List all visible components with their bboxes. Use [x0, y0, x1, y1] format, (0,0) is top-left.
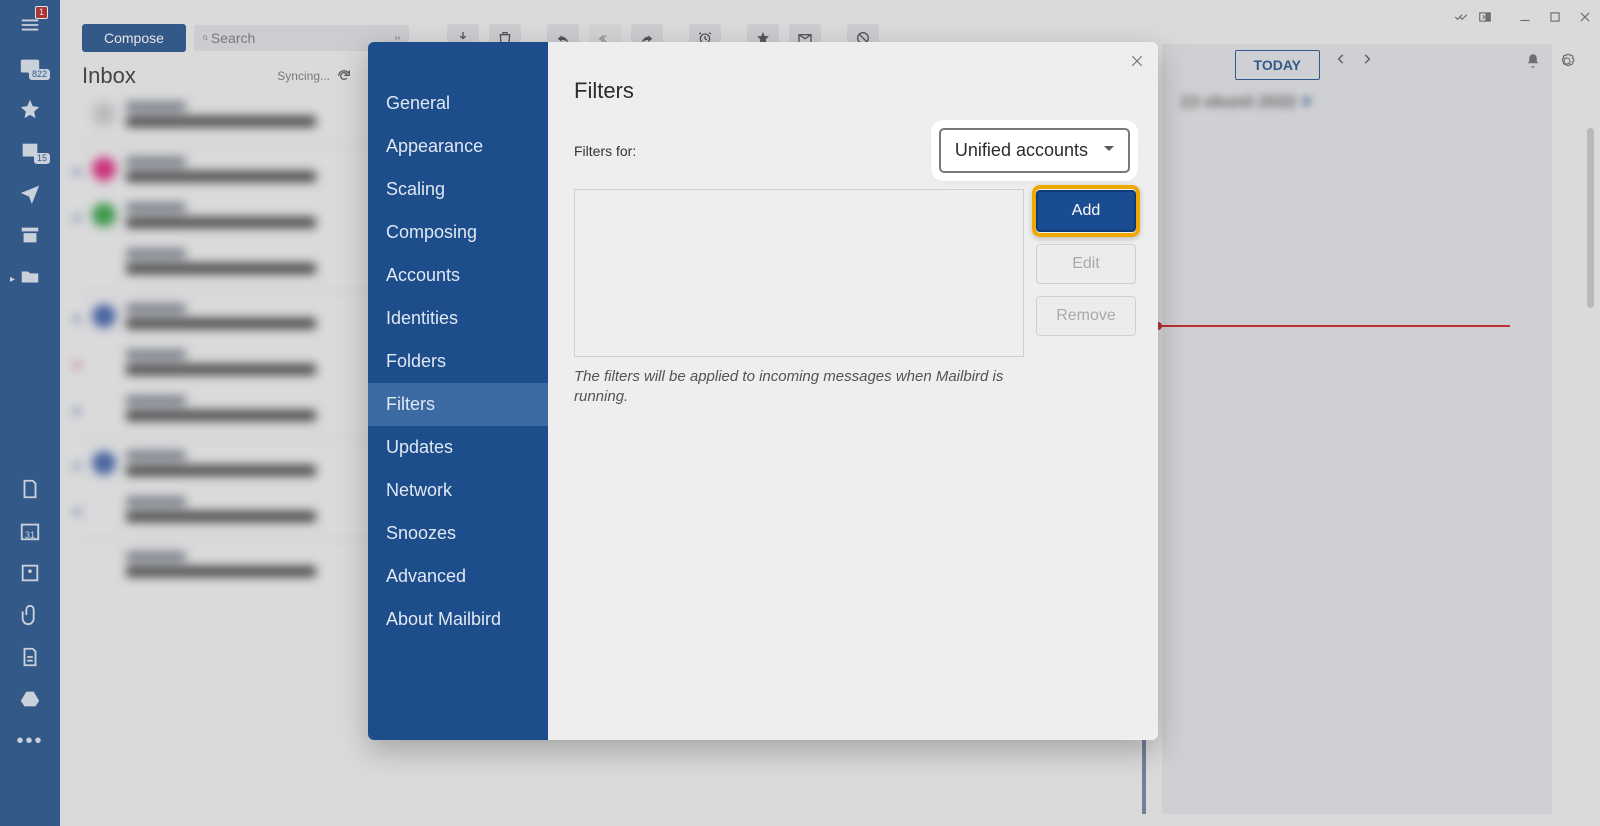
settings-tab-identities[interactable]: Identities	[368, 297, 548, 340]
settings-page-title: Filters	[574, 78, 1130, 104]
settings-tab-appearance[interactable]: Appearance	[368, 125, 548, 168]
account-dropdown-value: Unified accounts	[955, 140, 1088, 160]
settings-tab-folders[interactable]: Folders	[368, 340, 548, 383]
filters-help-text: The filters will be applied to incoming …	[574, 367, 1014, 408]
settings-tab-snoozes[interactable]: Snoozes	[368, 512, 548, 555]
close-icon	[1130, 54, 1144, 68]
filters-listbox[interactable]	[574, 189, 1024, 357]
settings-tab-filters[interactable]: Filters	[368, 383, 548, 426]
account-dropdown[interactable]: Unified accounts	[939, 128, 1130, 173]
remove-filter-button: Remove	[1036, 296, 1136, 336]
filters-for-label: Filters for:	[574, 143, 636, 159]
settings-tab-about[interactable]: About Mailbird	[368, 598, 548, 641]
settings-modal: General Appearance Scaling Composing Acc…	[368, 42, 1158, 740]
settings-sidebar: General Appearance Scaling Composing Acc…	[368, 42, 548, 740]
settings-tab-accounts[interactable]: Accounts	[368, 254, 548, 297]
settings-content: Filters Filters for: Unified accounts Th…	[548, 42, 1158, 740]
add-filter-button[interactable]: Add	[1036, 190, 1136, 232]
settings-tab-advanced[interactable]: Advanced	[368, 555, 548, 598]
settings-tab-updates[interactable]: Updates	[368, 426, 548, 469]
edit-filter-button: Edit	[1036, 244, 1136, 284]
settings-tab-general[interactable]: General	[368, 82, 548, 125]
settings-tab-network[interactable]: Network	[368, 469, 548, 512]
settings-tab-scaling[interactable]: Scaling	[368, 168, 548, 211]
modal-close-button[interactable]	[1130, 54, 1144, 73]
settings-tab-composing[interactable]: Composing	[368, 211, 548, 254]
